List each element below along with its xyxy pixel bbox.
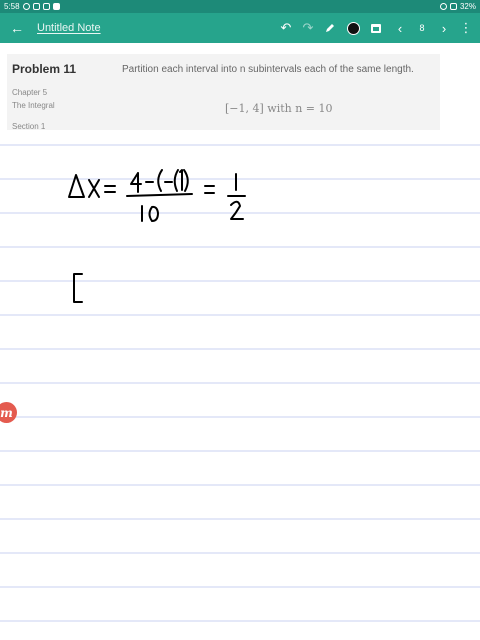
ink-half-two xyxy=(230,200,244,220)
ink-fraction-bar-1 xyxy=(126,193,193,197)
ink-four xyxy=(130,172,142,193)
ink-one xyxy=(179,169,183,191)
ink-paren-open-2 xyxy=(173,169,179,192)
side-tab-label: m xyxy=(0,405,13,420)
ink-equals-2 xyxy=(204,185,215,194)
ink-equals-1 xyxy=(104,185,116,193)
ink-x xyxy=(88,179,100,198)
ink-paren-close xyxy=(183,169,189,192)
handwriting-canvas[interactable] xyxy=(0,0,480,640)
ink-paren-open-1 xyxy=(157,169,163,192)
ink-bracket xyxy=(73,273,83,303)
ink-ten-zero xyxy=(148,205,159,222)
ink-delta xyxy=(68,174,85,198)
